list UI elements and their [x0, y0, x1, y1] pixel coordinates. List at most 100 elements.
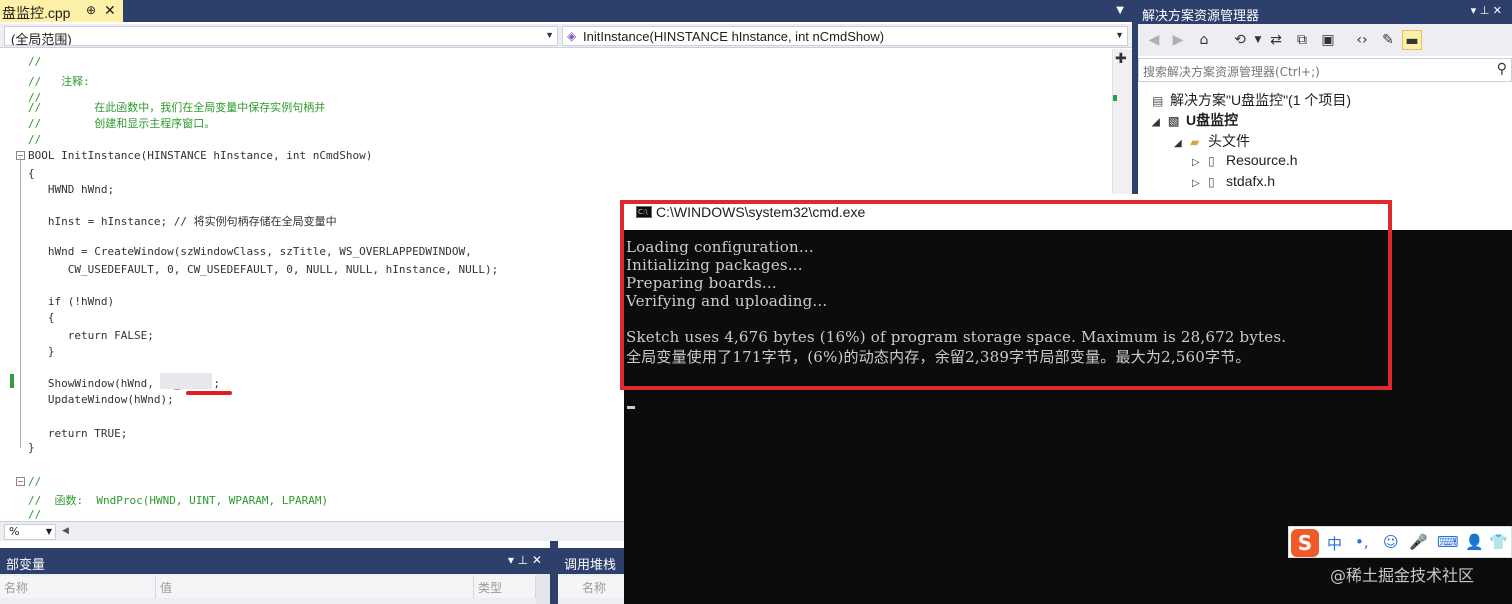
call-stack-title: 调用堆栈 — [564, 558, 617, 573]
header-file-icon: ▯ — [1208, 175, 1215, 189]
microphone-icon[interactable]: 🎤 — [1409, 533, 1428, 551]
panel-controls[interactable]: ▾ ⊥ ✕ — [1471, 4, 1502, 17]
ime-toolbar: S 中 •, ☺ 🎤 ⌨ 👤 👕 — [1288, 526, 1512, 558]
preview-selected-icon[interactable]: ▬ — [1402, 30, 1422, 50]
navigation-bar: (全局范围) ▼ ◈ InitInstance(HINSTANCE hInsta… — [0, 24, 1132, 48]
emoji-icon[interactable]: ☺ — [1383, 533, 1399, 551]
search-icon[interactable]: ⚲ — [1497, 61, 1507, 77]
pin-icon[interactable]: ⊕ — [86, 3, 96, 17]
view-code-icon[interactable]: ‹› — [1352, 30, 1372, 50]
keyboard-icon[interactable]: ⌨ — [1437, 533, 1459, 551]
back-icon[interactable]: ◀ — [1144, 30, 1164, 50]
tab-u-disk-monitor-cpp[interactable]: 盘监控.cpp ⊕ ✕ — [0, 0, 123, 22]
change-indicator-bar — [10, 374, 14, 388]
sogou-logo-icon[interactable]: S — [1291, 529, 1319, 557]
collapse-all-icon[interactable]: ⧉ — [1292, 30, 1312, 50]
call-stack-header: 调用堆栈 — [558, 548, 628, 574]
solution-explorer-toolbar: ◀ ▶ ⌂ ⟲ ▼ ⇄ ⧉ ▣ ‹› ✎ ▬ — [1138, 24, 1512, 56]
code-line: // — [28, 133, 42, 146]
split-editor-icon[interactable]: ✚ — [1115, 51, 1127, 67]
locals-scrollbar[interactable] — [536, 574, 550, 604]
locals-panel-header: 部变量 ▾ ⊥ ✕ — [0, 548, 550, 574]
member-dropdown-value: InitInstance(HINSTANCE hInstance, int nC… — [583, 29, 885, 44]
solution-icon: ▤ — [1152, 94, 1164, 108]
code-line: BOOL InitInstance(HINSTANCE hInstance, i… — [28, 149, 373, 162]
chevron-down-icon[interactable]: ▼ — [1248, 30, 1268, 50]
locals-panel: 部变量 ▾ ⊥ ✕ 名称 值 类型 — [0, 548, 550, 604]
project-icon: ▧ — [1168, 114, 1180, 128]
panel-controls[interactable]: ▾ ⊥ ✕ — [508, 553, 542, 567]
folder-icon: ▰ — [1190, 135, 1200, 149]
console-cursor — [627, 406, 635, 409]
punctuation-icon[interactable]: •, — [1355, 533, 1369, 551]
scroll-left-icon[interactable]: ◀ — [62, 526, 69, 536]
column-header-name[interactable]: 名称 — [558, 576, 628, 598]
panel-splitter[interactable] — [550, 541, 558, 604]
solution-tree: ▤ 解决方案"U盘监控"(1 个项目) ◢ ▧ U盘监控 ◢ ▰ 头文件 ▷ ▯ Resour… — [1138, 84, 1512, 194]
code-line: if (!hWnd) — [28, 295, 115, 308]
skin-icon[interactable]: 👕 — [1489, 533, 1508, 551]
search-placeholder: 搜索解决方案资源管理器(Ctrl+;) — [1143, 65, 1320, 79]
scope-dropdown[interactable]: (全局范围) ▼ — [4, 26, 558, 46]
code-line: hWnd = CreateWindow(szWindowClass, szTit… — [28, 245, 472, 258]
home-icon[interactable]: ⌂ — [1194, 30, 1214, 50]
properties-wrench-icon[interactable]: ✎ — [1378, 30, 1398, 50]
solution-explorer-search-input[interactable]: 搜索解决方案资源管理器(Ctrl+;) ⚲ — [1138, 58, 1512, 82]
code-line: { — [28, 311, 55, 324]
expanded-arrow-icon[interactable]: ◢ — [1152, 117, 1168, 128]
watermark: @稀土掘金技术社区 — [1330, 566, 1475, 585]
code-line: hInst = hInstance; // 将实例句柄存储在全局变量中 — [28, 215, 337, 228]
code-line: } — [28, 441, 35, 454]
code-line: return FALSE; — [28, 329, 154, 342]
red-underline-annotation — [186, 391, 232, 395]
tree-item-stdafx-h[interactable]: ▷ ▯ stdafx.h — [1192, 173, 1275, 189]
solution-explorer-title: 解决方案资源管理器 — [1142, 9, 1260, 24]
method-icon: ◈ — [567, 29, 577, 43]
scope-dropdown-value: (全局范围) — [11, 32, 72, 46]
code-line: UpdateWindow(hWnd); — [28, 393, 174, 406]
code-line: // 创建和显示主程序窗口。 — [28, 117, 216, 130]
document-tab-bar: 盘监控.cpp ⊕ ✕ ▼ — [0, 0, 1132, 22]
code-line: } — [28, 345, 55, 358]
member-dropdown[interactable]: ◈ InitInstance(HINSTANCE hInstance, int … — [562, 26, 1128, 46]
column-header-value[interactable]: 值 — [156, 576, 474, 598]
scroll-change-marker — [1113, 95, 1117, 101]
sync-icon[interactable]: ⇄ — [1266, 30, 1286, 50]
tab-title: 盘监控.cpp — [2, 5, 71, 21]
chinese-mode-icon[interactable]: 中 — [1327, 533, 1342, 554]
expanded-arrow-icon[interactable]: ◢ — [1174, 138, 1190, 149]
forward-icon[interactable]: ▶ — [1168, 30, 1188, 50]
tree-item-resource-h[interactable]: ▷ ▯ Resource.h — [1192, 152, 1298, 168]
column-header-name[interactable]: 名称 — [0, 576, 156, 598]
symbol-highlight — [160, 373, 212, 389]
code-line: // — [28, 508, 42, 521]
chevron-down-icon: ▼ — [545, 30, 554, 40]
zoom-dropdown[interactable]: % ▼ — [4, 524, 56, 540]
code-line: HWND hWnd; — [28, 183, 115, 196]
code-line: // — [28, 55, 42, 68]
solution-explorer-header: 解决方案资源管理器 ▾ ⊥ ✕ — [1138, 0, 1512, 24]
user-icon[interactable]: 👤 — [1465, 533, 1484, 551]
tree-item-solution[interactable]: ▤ 解决方案"U盘监控"(1 个项目) — [1152, 90, 1351, 110]
code-line: return TRUE; — [28, 427, 128, 440]
code-line: { — [28, 167, 35, 180]
tree-item-project[interactable]: ◢ ▧ U盘监控 — [1152, 110, 1238, 130]
collapsed-arrow-icon[interactable]: ▷ — [1192, 178, 1208, 189]
show-all-files-icon[interactable]: ▣ — [1318, 30, 1338, 50]
locals-panel-title: 部变量 — [6, 558, 46, 573]
red-highlight-annotation — [620, 200, 1392, 390]
fold-toggle-icon[interactable]: − — [16, 477, 25, 486]
chevron-down-icon: ▼ — [45, 527, 52, 536]
code-line: // 注释: — [28, 75, 90, 88]
code-line: // 在此函数中，我们在全局变量中保存实例句柄并 — [28, 101, 326, 114]
history-icon[interactable]: ⟲ — [1230, 30, 1250, 50]
collapsed-arrow-icon[interactable]: ▷ — [1192, 157, 1208, 168]
header-file-icon: ▯ — [1208, 154, 1215, 168]
chevron-down-icon: ▼ — [1115, 30, 1124, 40]
tree-item-header-files[interactable]: ◢ ▰ 头文件 — [1174, 131, 1250, 151]
call-stack-panel: 调用堆栈 名称 — [558, 548, 628, 604]
close-tab-icon[interactable]: ✕ — [104, 2, 116, 19]
column-header-type[interactable]: 类型 — [474, 576, 536, 598]
tab-overflow-dropdown-icon[interactable]: ▼ — [1116, 5, 1124, 16]
outline-guide — [20, 158, 21, 448]
